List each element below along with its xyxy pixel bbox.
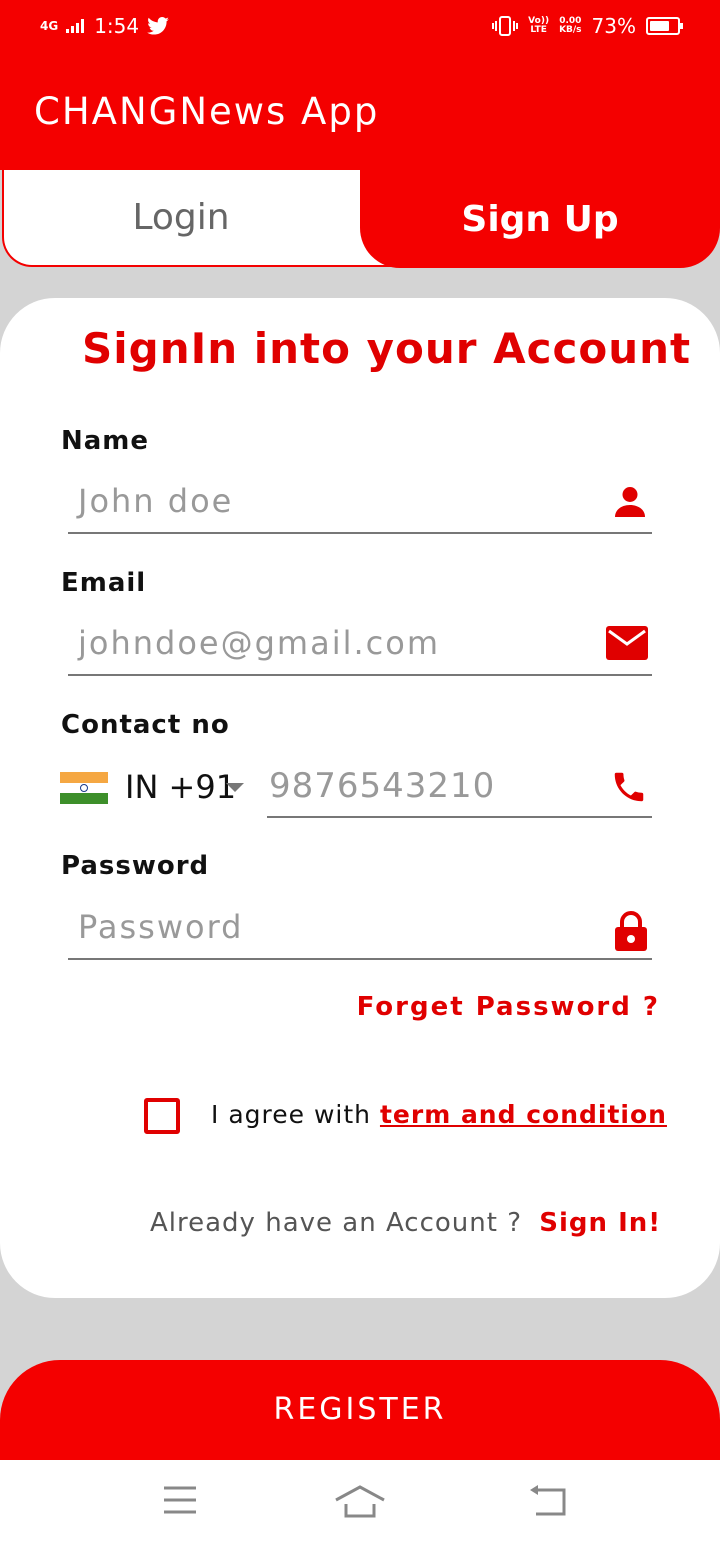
network-indicator: 4G bbox=[40, 18, 59, 33]
status-time: 1:54 bbox=[94, 14, 140, 38]
phone-placeholder: 9876543210 bbox=[269, 766, 496, 806]
tab-login[interactable]: Login bbox=[2, 170, 400, 267]
back-icon[interactable] bbox=[528, 1484, 568, 1522]
home-icon[interactable] bbox=[334, 1484, 386, 1524]
app-header: 4G 1:54 Vo)) LTE 0.00 KB/s 73% CHANGNews… bbox=[0, 0, 720, 170]
already-account-text: Already have an Account ? bbox=[150, 1208, 522, 1238]
terms-checkbox[interactable] bbox=[144, 1098, 180, 1134]
password-placeholder: Password bbox=[78, 908, 244, 946]
name-field[interactable]: John doe bbox=[68, 474, 652, 534]
register-button[interactable]: REGISTER bbox=[0, 1360, 720, 1470]
volte-indicator: Vo)) LTE bbox=[528, 16, 550, 35]
password-field[interactable]: Password bbox=[68, 900, 652, 960]
terms-link[interactable]: term and condition bbox=[380, 1100, 667, 1129]
envelope-icon bbox=[606, 626, 648, 664]
email-field[interactable]: johndoe@gmail.com bbox=[68, 616, 652, 676]
twitter-icon bbox=[147, 17, 169, 35]
password-label: Password bbox=[61, 851, 210, 881]
forgot-password-link[interactable]: Forget Password ? bbox=[357, 992, 660, 1022]
signal-icon bbox=[66, 19, 85, 33]
contact-row: IN +91 9876543210 bbox=[60, 758, 652, 818]
card-title: SignIn into your Account bbox=[82, 324, 692, 373]
data-speed: 0.00 KB/s bbox=[559, 16, 582, 35]
battery-fill bbox=[650, 21, 669, 31]
country-code[interactable]: IN +91 bbox=[125, 768, 236, 806]
name-label: Name bbox=[61, 426, 150, 456]
already-account-row: Already have an Account ? Sign In! bbox=[150, 1208, 661, 1238]
name-placeholder: John doe bbox=[78, 482, 234, 520]
chevron-down-icon[interactable] bbox=[226, 783, 244, 792]
contact-label: Contact no bbox=[61, 710, 230, 740]
app-title: CHANGNews App bbox=[34, 90, 380, 133]
vibrate-icon bbox=[492, 16, 519, 36]
status-bar: 4G 1:54 Vo)) LTE 0.00 KB/s 73% bbox=[0, 0, 720, 56]
phone-input[interactable]: 9876543210 bbox=[267, 758, 652, 818]
menu-icon[interactable] bbox=[162, 1484, 198, 1520]
terms-text: I agree with term and condition bbox=[211, 1100, 667, 1129]
signup-card: SignIn into your Account Name John doe E… bbox=[0, 298, 720, 1298]
system-nav-bar bbox=[0, 1460, 720, 1544]
battery-percent: 73% bbox=[591, 14, 636, 38]
phone-icon bbox=[610, 768, 648, 810]
email-placeholder: johndoe@gmail.com bbox=[78, 624, 440, 662]
agree-label: I agree with bbox=[211, 1100, 371, 1129]
tab-signup[interactable]: Sign Up bbox=[360, 170, 720, 268]
lock-icon bbox=[614, 910, 648, 956]
india-flag-icon[interactable] bbox=[60, 772, 108, 804]
person-icon bbox=[612, 484, 648, 524]
battery-icon bbox=[646, 17, 683, 35]
signin-link[interactable]: Sign In! bbox=[539, 1208, 661, 1238]
email-label: Email bbox=[61, 568, 147, 598]
auth-tabs: Login Sign Up bbox=[0, 170, 720, 268]
